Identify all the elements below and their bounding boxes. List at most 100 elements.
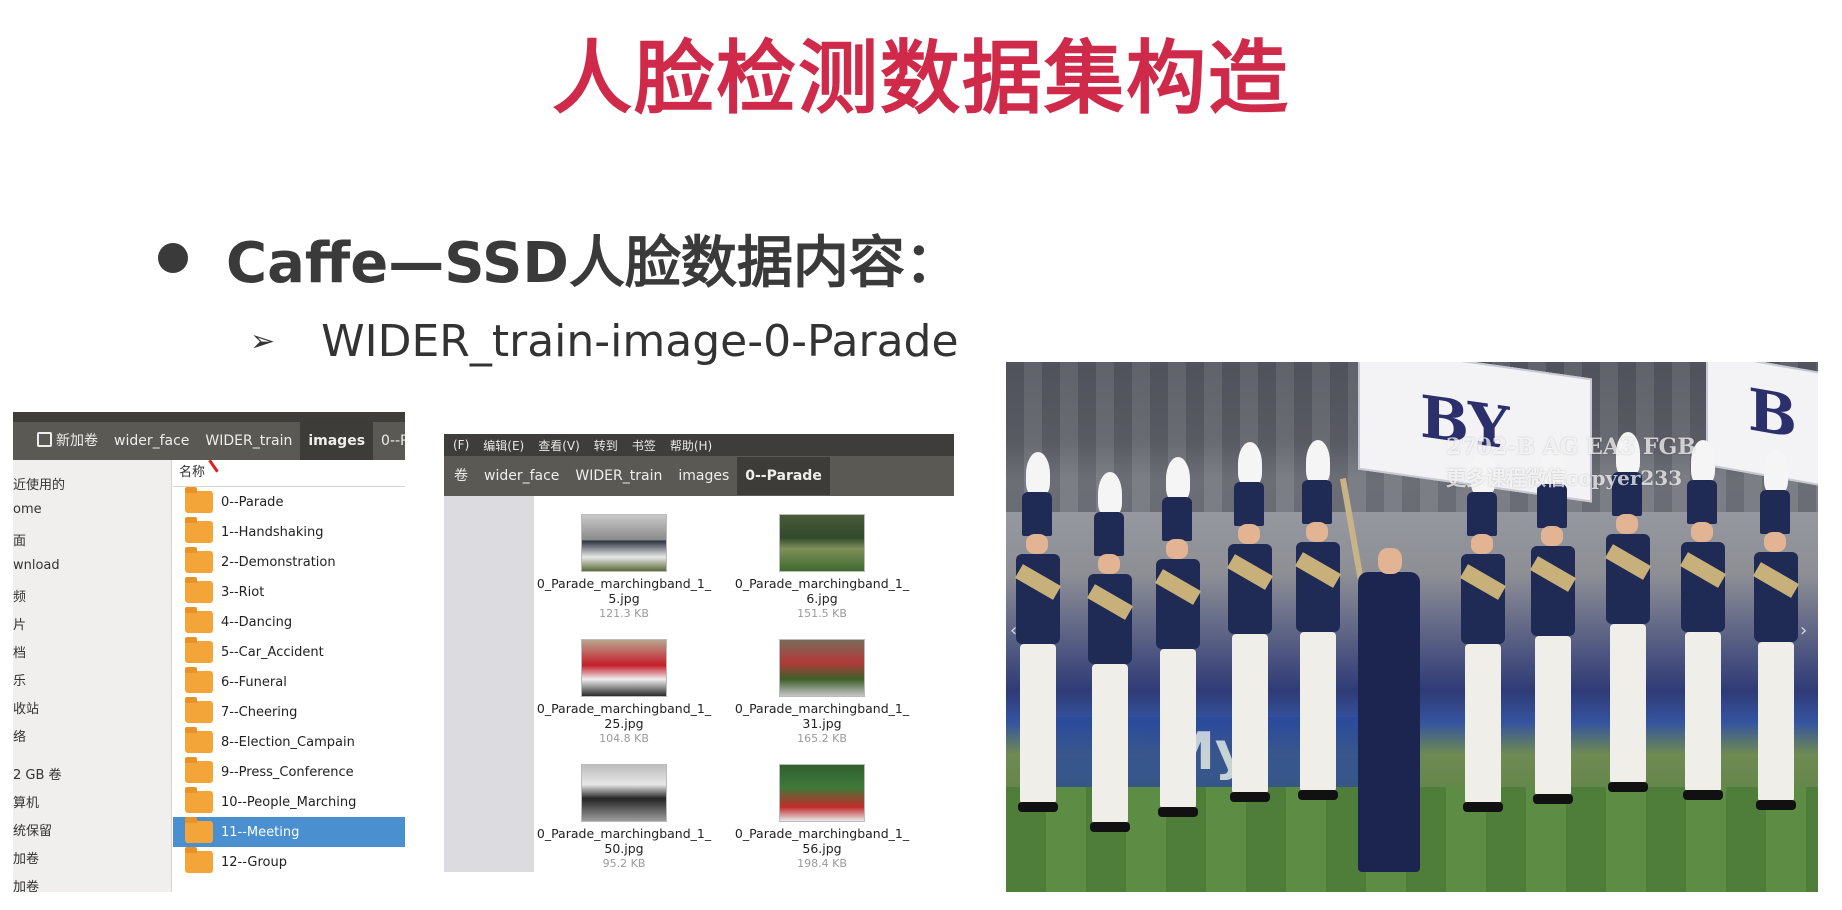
flag-bearer-face — [1378, 548, 1402, 574]
list-item[interactable]: 10--People_Marching — [173, 787, 405, 817]
breadcrumb-item-wider-face[interactable]: wider_face — [476, 457, 567, 495]
list-item[interactable]: 5--Car_Accident — [173, 637, 405, 667]
sidebar-item[interactable]: 乐 — [13, 670, 171, 689]
sidebar-item[interactable]: 档 — [13, 642, 171, 661]
window-title-bar — [13, 412, 405, 422]
breadcrumb-item-parade[interactable]: 0--Parade — [373, 422, 405, 460]
file-manager-body: 近使用的 ome 面 wnload 频 片 档 乐 收站 络 2 GB 卷 算机… — [13, 460, 405, 892]
list-item[interactable]: 6--Funeral — [173, 667, 405, 697]
breadcrumb-item-wider-face[interactable]: wider_face — [106, 422, 197, 460]
folder-icon — [185, 727, 213, 753]
folder-icon — [185, 487, 213, 513]
sidebar-item[interactable]: 频 — [13, 586, 171, 605]
menu-file[interactable]: (F) — [446, 438, 476, 452]
folder-icon — [185, 577, 213, 603]
folder-icon — [185, 847, 213, 873]
file-name: 0_Parade_marchingband_1_ — [536, 701, 712, 716]
bullet-row: Caffe—SSD人脸数据内容： — [158, 228, 961, 296]
flag-bearer — [1358, 572, 1420, 872]
folder-icon — [185, 667, 213, 693]
sidebar-item[interactable]: 收站 — [13, 698, 171, 717]
marching-band-photo: My BY B 2702-B AG EA3 FGB 更多课程微信copyer23… — [1006, 362, 1818, 892]
sidebar-item[interactable]: 近使用的 — [13, 474, 171, 493]
file-size: 198.4 KB — [797, 857, 847, 870]
file-name: 50.jpg — [604, 841, 644, 856]
places-sidebar — [444, 496, 534, 872]
breadcrumb: 新加卷 wider_face WIDER_train images 0--Par… — [13, 422, 405, 460]
file-name: 0_Parade_marchingband_1_ — [536, 576, 712, 591]
breadcrumb-item-images[interactable]: images — [670, 457, 737, 495]
icon-grid: 0_Parade_marchingband_1_ 5.jpg 121.3 KB … — [534, 496, 954, 872]
sidebar-item[interactable]: 算机 — [13, 792, 171, 811]
image-thumbnail — [581, 639, 667, 697]
menu-bar: (F) 编辑(E) 查看(V) 转到 书签 帮助(H) — [444, 434, 954, 456]
list-item[interactable]: 7--Cheering — [173, 697, 405, 727]
menu-go[interactable]: 转到 — [587, 437, 625, 454]
column-header-name[interactable]: 名称 — [173, 460, 405, 487]
breadcrumb-item-images[interactable]: images — [300, 422, 374, 460]
list-item[interactable]: 2--Demonstration — [173, 547, 405, 577]
sidebar-item[interactable]: 加卷 — [13, 876, 171, 892]
file-manager-folders: 新加卷 wider_face WIDER_train images 0--Par… — [13, 412, 405, 892]
breadcrumb-item-volume[interactable]: 新加卷 — [29, 422, 106, 460]
breadcrumb-item-wider-train[interactable]: WIDER_train — [197, 422, 300, 460]
list-item[interactable]: 0--Parade — [173, 487, 405, 517]
file-name: 0_Parade_marchingband_1_ — [734, 576, 910, 591]
breadcrumb-item-volume[interactable]: 卷 — [446, 457, 476, 495]
bullet-dot — [158, 243, 188, 273]
image-thumbnail — [779, 639, 865, 697]
file-size: 151.5 KB — [797, 607, 847, 620]
file-size: 121.3 KB — [599, 607, 649, 620]
sidebar-item[interactable]: 络 — [13, 726, 171, 745]
list-item[interactable]: 1--Handshaking — [173, 517, 405, 547]
list-item[interactable]: 4--Dancing — [173, 607, 405, 637]
sidebar-item[interactable]: 面 — [13, 530, 171, 549]
menu-help[interactable]: 帮助(H) — [663, 437, 719, 454]
menu-view[interactable]: 查看(V) — [531, 437, 587, 454]
sidebar-item[interactable]: ome — [13, 502, 171, 517]
folder-icon — [185, 637, 213, 663]
list-item-selected[interactable]: 11--Meeting — [173, 817, 405, 847]
sidebar-item[interactable]: 片 — [13, 614, 171, 633]
file-name: 0_Parade_marchingband_1_ — [734, 826, 910, 841]
list-item[interactable]: 8--Election_Campain — [173, 727, 405, 757]
file-manager-images: (F) 编辑(E) 查看(V) 转到 书签 帮助(H) 卷 wider_face… — [444, 434, 954, 872]
image-thumbnail — [779, 764, 865, 822]
sidebar-item[interactable]: 加卷 — [13, 848, 171, 867]
file-item[interactable]: 0_Parade_marchingband_1_ 25.jpg 104.8 KB — [534, 639, 714, 746]
file-size: 104.8 KB — [599, 732, 649, 745]
file-item[interactable]: 0_Parade_marchingband_1_ 5.jpg 121.3 KB — [534, 514, 714, 621]
folder-icon — [185, 547, 213, 573]
flag-right: B — [1706, 362, 1818, 487]
file-item[interactable]: 0_Parade_marchingband_1_ 56.jpg 198.4 KB — [732, 764, 912, 871]
next-arrow-icon[interactable]: › — [1800, 620, 1807, 641]
prev-arrow-icon[interactable]: ‹ — [1010, 620, 1017, 641]
breadcrumb: 卷 wider_face WIDER_train images 0--Parad… — [444, 456, 954, 496]
menu-bookmarks[interactable]: 书签 — [625, 437, 663, 454]
file-size: 165.2 KB — [797, 732, 847, 745]
list-item[interactable]: 12--Group — [173, 847, 405, 877]
file-size: 95.2 KB — [602, 857, 646, 870]
file-manager-body: 0_Parade_marchingband_1_ 5.jpg 121.3 KB … — [444, 496, 954, 872]
file-item[interactable]: 0_Parade_marchingband_1_ 6.jpg 151.5 KB — [732, 514, 912, 621]
image-thumbnail — [581, 514, 667, 572]
sidebar-item[interactable]: 统保留 — [13, 820, 171, 839]
folder-icon — [185, 817, 213, 843]
menu-edit[interactable]: 编辑(E) — [476, 437, 531, 454]
list-item[interactable]: 9--Press_Conference — [173, 757, 405, 787]
sidebar-item[interactable]: 2 GB 卷 — [13, 764, 171, 783]
file-name: 0_Parade_marchingband_1_ — [536, 826, 712, 841]
places-sidebar: 近使用的 ome 面 wnload 频 片 档 乐 收站 络 2 GB 卷 算机… — [13, 460, 172, 892]
bullet-text: Caffe—SSD人脸数据内容： — [226, 230, 961, 296]
folder-icon — [185, 607, 213, 633]
folder-icon — [185, 697, 213, 723]
sidebar-item[interactable]: wnload — [13, 558, 171, 573]
flag-text: B — [1748, 375, 1798, 452]
file-name: 0_Parade_marchingband_1_ — [734, 701, 910, 716]
file-item[interactable]: 0_Parade_marchingband_1_ 31.jpg 165.2 KB — [732, 639, 912, 746]
breadcrumb-item-wider-train[interactable]: WIDER_train — [567, 457, 670, 495]
breadcrumb-item-parade[interactable]: 0--Parade — [737, 457, 830, 495]
list-item[interactable]: 3--Riot — [173, 577, 405, 607]
folder-icon — [185, 787, 213, 813]
file-item[interactable]: 0_Parade_marchingband_1_ 50.jpg 95.2 KB — [534, 764, 714, 871]
